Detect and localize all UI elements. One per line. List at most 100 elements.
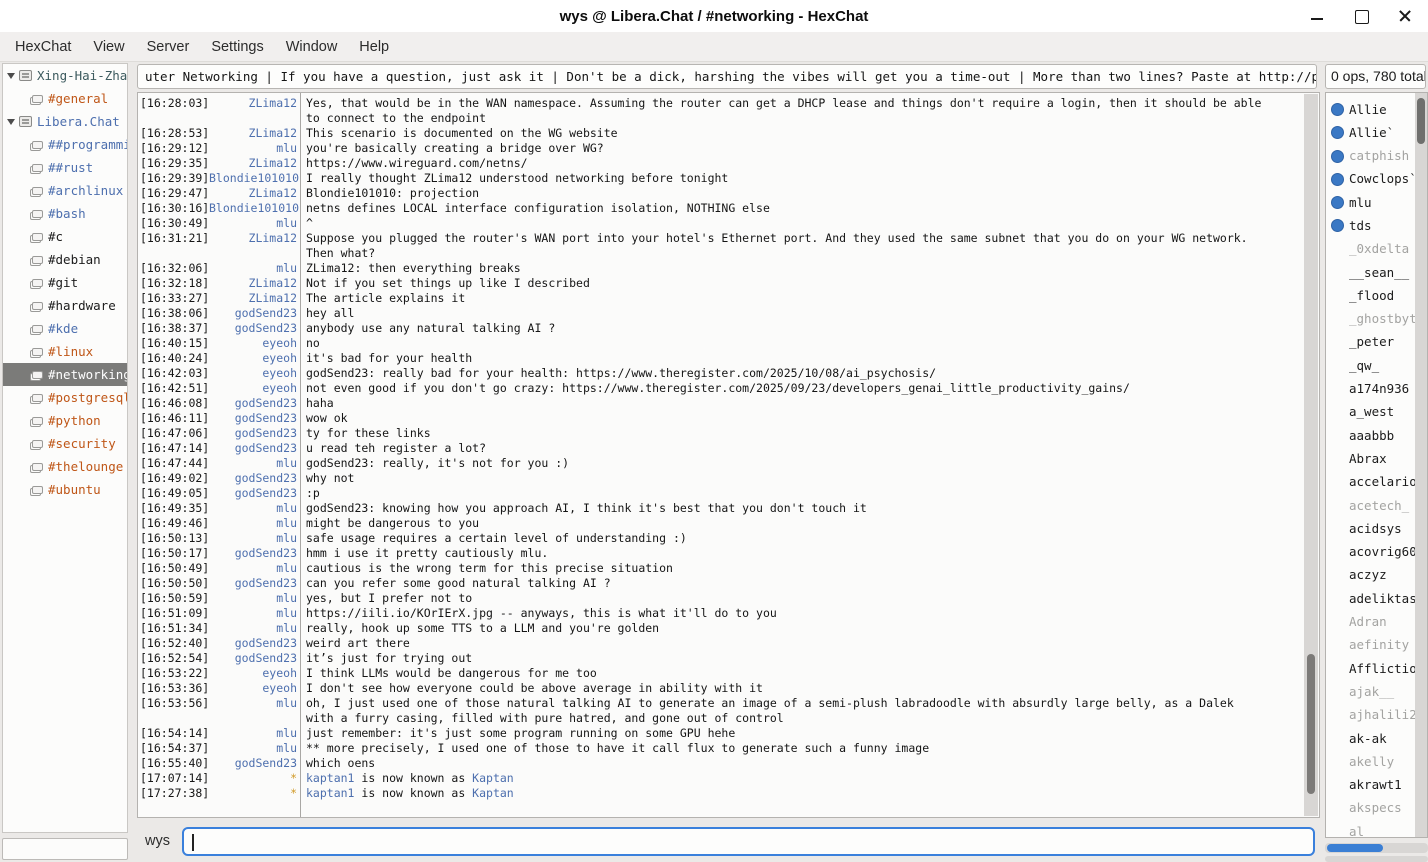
tree-channel-row[interactable]: ##programming: [3, 133, 127, 156]
window-controls: [1310, 0, 1412, 32]
tree-channel-row[interactable]: #general: [3, 87, 127, 110]
user-list-item[interactable]: catphish: [1326, 145, 1415, 168]
tree-footer-box: [2, 838, 128, 860]
chat-message-row: [16:47:06]godSend23ty for these links: [138, 426, 1319, 441]
tree-channel-row[interactable]: ##rust: [3, 156, 127, 179]
user-list-item[interactable]: acovrig60: [1326, 541, 1415, 564]
menu-item-help[interactable]: Help: [348, 35, 400, 59]
chat-message-row: [16:29:35]ZLima12https://www.wireguard.c…: [138, 156, 1319, 171]
user-list-item[interactable]: aczyz: [1326, 564, 1415, 587]
user-list-item[interactable]: Allie: [1326, 98, 1415, 121]
message-input[interactable]: [182, 827, 1315, 856]
message-text: hey all: [300, 306, 1319, 321]
topic-input[interactable]: uter Networking | If you have a question…: [137, 64, 1317, 89]
user-list-item[interactable]: aefinity: [1326, 634, 1415, 657]
user-list-item[interactable]: a174n936: [1326, 378, 1415, 401]
message-text: u read teh register a lot?: [300, 441, 1319, 456]
tree-channel-row[interactable]: #thelounge: [3, 455, 127, 478]
menu-item-view[interactable]: View: [82, 35, 135, 59]
tree-channel-row[interactable]: #security: [3, 432, 127, 455]
user-list-item[interactable]: acidsys: [1326, 517, 1415, 540]
tree-server-row[interactable]: Xing-Hai-Zhan: [3, 64, 127, 87]
close-icon[interactable]: [1398, 9, 1412, 23]
user-list-item[interactable]: akspecs: [1326, 797, 1415, 820]
userlist-hscrollbar-thumb[interactable]: [1327, 844, 1383, 852]
tree-item-label: #security: [48, 436, 116, 451]
menu-item-server[interactable]: Server: [136, 35, 201, 59]
message-nick: mlu: [209, 561, 300, 576]
tree-channel-row[interactable]: #linux: [3, 340, 127, 363]
user-list-item[interactable]: adeliktas: [1326, 587, 1415, 610]
user-list-item[interactable]: _qw_: [1326, 354, 1415, 377]
chat-scrollbar-track[interactable]: [1304, 94, 1318, 816]
chat-message-row: [16:50:17]godSend23hmm i use it pretty c…: [138, 546, 1319, 561]
tree-item-label: #git: [48, 275, 78, 290]
menu-item-hexchat[interactable]: HexChat: [4, 35, 82, 59]
user-list-item[interactable]: Afflictio: [1326, 657, 1415, 680]
tree-channel-row[interactable]: #kde: [3, 317, 127, 340]
user-name: ak-ak: [1349, 731, 1387, 746]
user-list-item[interactable]: Allie`: [1326, 121, 1415, 144]
message-text: weird art there: [300, 636, 1319, 651]
userlist-scrollbar-track[interactable]: [1415, 93, 1427, 837]
minimize-icon[interactable]: [1310, 9, 1324, 23]
userlist-hscrollbar-track[interactable]: [1325, 843, 1428, 853]
tree-channel-row[interactable]: #networking: [3, 363, 127, 386]
user-list-item[interactable]: _ghostbyt: [1326, 308, 1415, 331]
user-list-item[interactable]: a_west: [1326, 401, 1415, 424]
message-nick: mlu: [209, 261, 300, 276]
tree-channel-row[interactable]: #ubuntu: [3, 478, 127, 501]
message-nick: eyeoh: [209, 336, 300, 351]
tree-channel-row[interactable]: #hardware: [3, 294, 127, 317]
user-list-item[interactable]: tds: [1326, 214, 1415, 237]
chat-area: [16:28:03]ZLima12Yes, that would be in t…: [137, 92, 1320, 818]
user-name: akspecs: [1349, 800, 1402, 815]
user-list-item[interactable]: Cowclops`: [1326, 168, 1415, 191]
tree-channel-row[interactable]: #c: [3, 225, 127, 248]
tree-item-label: #hardware: [48, 298, 116, 313]
bottom-scrollbar-track[interactable]: [1325, 856, 1428, 862]
menu-item-settings[interactable]: Settings: [200, 35, 274, 59]
user-list-item[interactable]: _flood: [1326, 284, 1415, 307]
user-list-item[interactable]: __sean__: [1326, 261, 1415, 284]
tree-channel-row[interactable]: #bash: [3, 202, 127, 225]
user-list-item[interactable]: acetech_: [1326, 494, 1415, 517]
tree-channel-row[interactable]: #postgresql: [3, 386, 127, 409]
user-list-item[interactable]: aaabbb: [1326, 424, 1415, 447]
user-list-item[interactable]: akrawt1: [1326, 774, 1415, 797]
user-list-item[interactable]: akelly: [1326, 750, 1415, 773]
message-text: really, hook up some TTS to a LLM and yo…: [300, 621, 1319, 636]
message-nick: mlu: [209, 741, 300, 756]
userlist-scrollbar-thumb[interactable]: [1417, 98, 1425, 144]
message-timestamp: [16:49:46]: [140, 516, 209, 531]
tree-server-row[interactable]: Libera.Chat: [3, 110, 127, 133]
message-text: haha: [300, 396, 1319, 411]
user-list-item[interactable]: Adran: [1326, 611, 1415, 634]
tree-channel-row[interactable]: #debian: [3, 248, 127, 271]
user-list-item[interactable]: al: [1326, 820, 1415, 838]
user-list-item[interactable]: _peter: [1326, 331, 1415, 354]
chat-message-row: [16:42:51]eyeohnot even good if you don'…: [138, 381, 1319, 396]
tree-channel-row[interactable]: #git: [3, 271, 127, 294]
message-timestamp: [16:49:05]: [140, 486, 209, 501]
user-list-item[interactable]: accelario: [1326, 471, 1415, 494]
expander-icon[interactable]: [7, 73, 15, 79]
chat-message-row: [16:53:36]eyeohI don't see how everyone …: [138, 681, 1319, 696]
tree-item-label: #archlinux: [48, 183, 123, 198]
user-list-item[interactable]: ajhalili2: [1326, 704, 1415, 727]
user-list-item[interactable]: _0xdelta: [1326, 238, 1415, 261]
chat-message-row: [16:33:27]ZLima12The article explains it: [138, 291, 1319, 306]
nick-label[interactable]: wys: [145, 833, 170, 849]
user-list-item[interactable]: ajak__: [1326, 680, 1415, 703]
maximize-icon[interactable]: [1354, 9, 1368, 23]
tree-channel-row[interactable]: #python: [3, 409, 127, 432]
user-list-item[interactable]: mlu: [1326, 191, 1415, 214]
message-timestamp: [17:27:38]: [140, 786, 209, 801]
user-name: adeliktas: [1349, 591, 1415, 606]
user-list-item[interactable]: Abrax: [1326, 447, 1415, 470]
menu-item-window[interactable]: Window: [275, 35, 349, 59]
chat-scrollbar-thumb[interactable]: [1307, 654, 1315, 794]
tree-channel-row[interactable]: #archlinux: [3, 179, 127, 202]
user-list-item[interactable]: ak-ak: [1326, 727, 1415, 750]
expander-icon[interactable]: [7, 119, 15, 125]
